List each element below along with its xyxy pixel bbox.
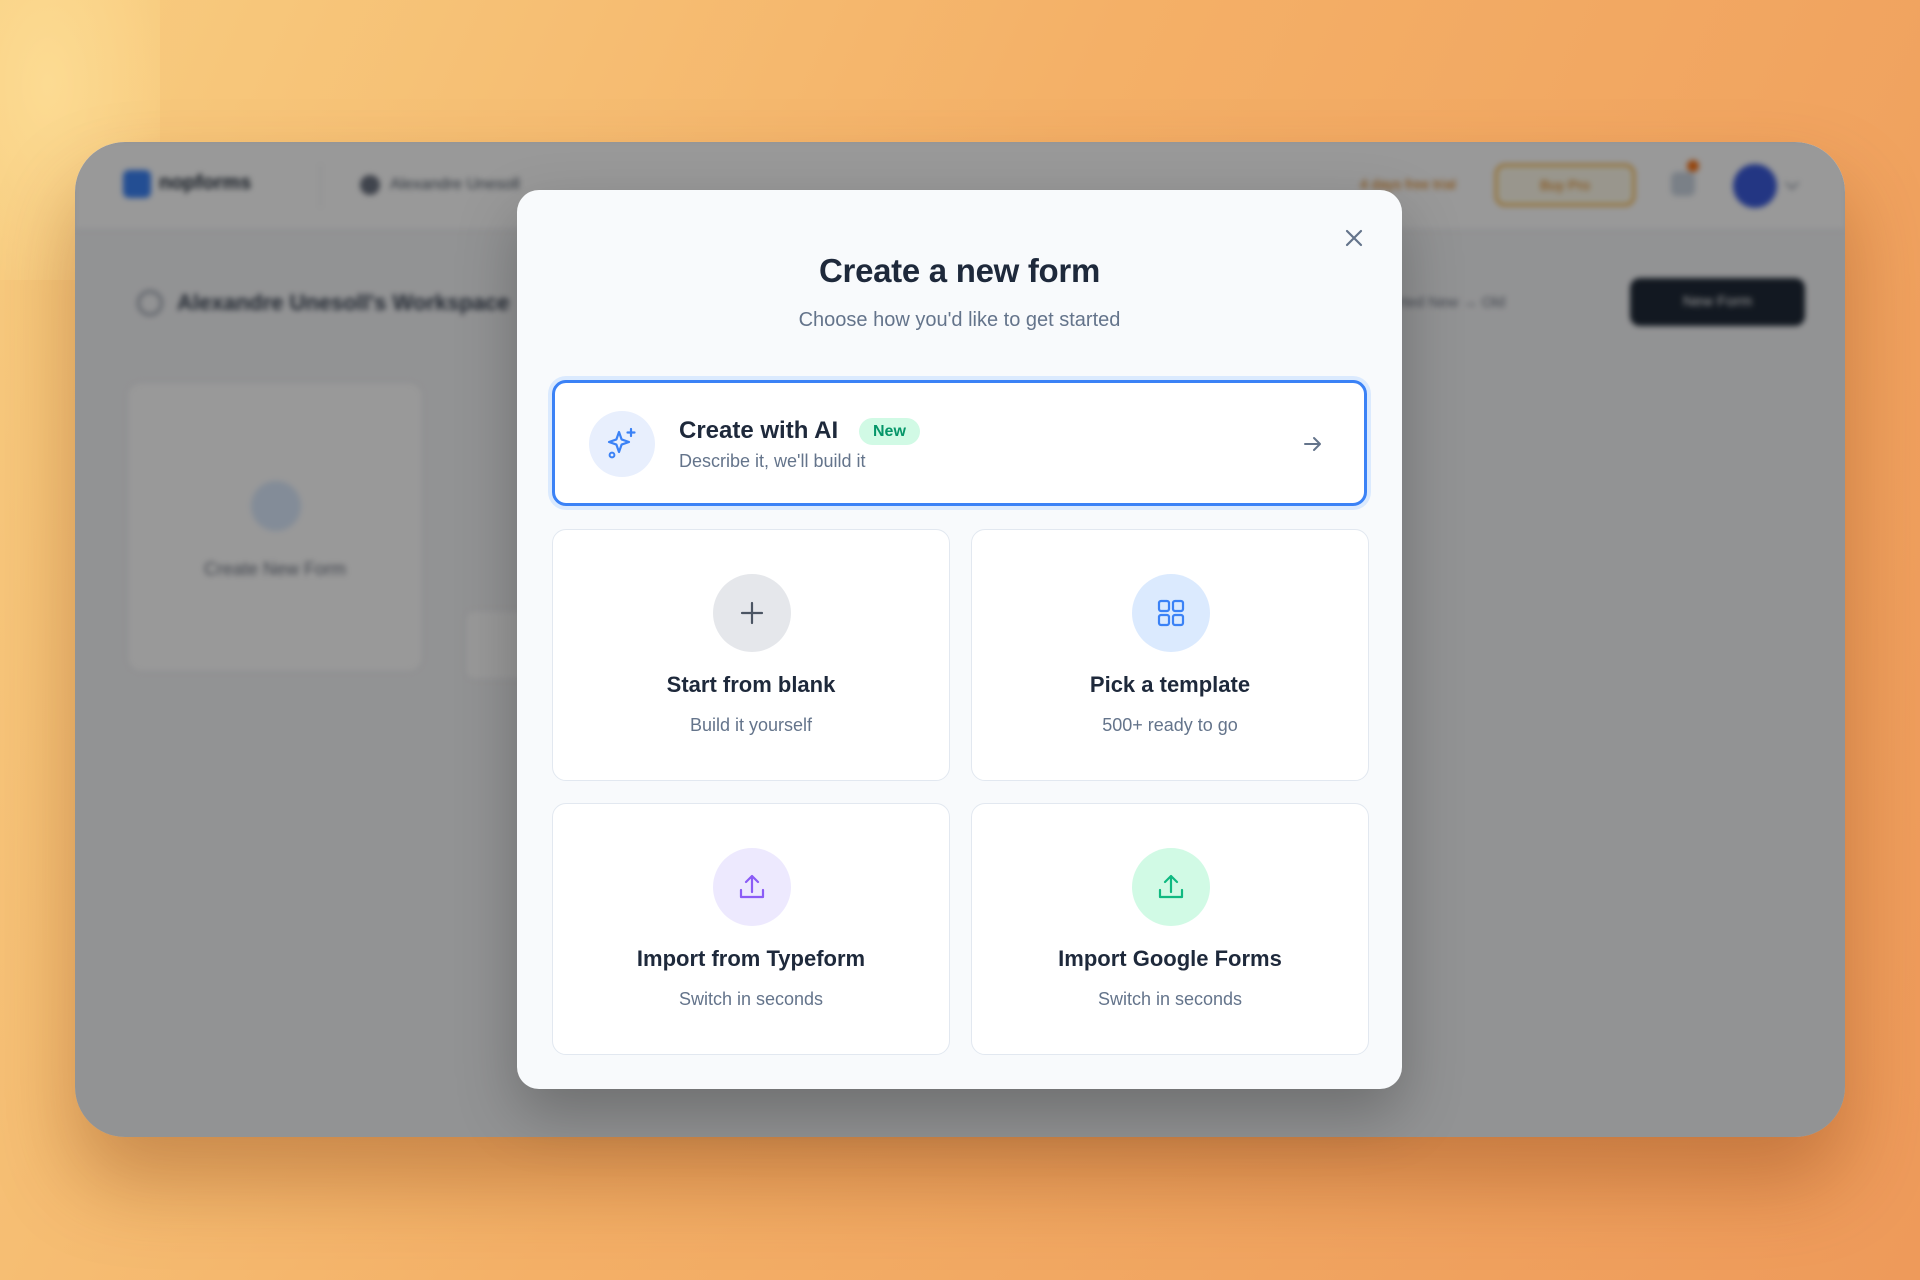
option-description: Build it yourself — [689, 715, 813, 735]
google-icon-circle — [1132, 848, 1210, 926]
blank-icon-circle — [713, 574, 791, 652]
import-google-forms-option[interactable]: Import Google Forms Switch in seconds — [971, 803, 1369, 1055]
template-icon-circle — [1132, 574, 1210, 652]
create-with-ai-option[interactable]: Create with AI New Describe it, we'll bu… — [552, 380, 1367, 506]
plus-icon — [740, 601, 764, 625]
option-description: Switch in seconds — [678, 989, 824, 1009]
close-icon — [1345, 229, 1363, 247]
import-typeform-option[interactable]: Import from Typeform Switch in seconds — [552, 803, 950, 1055]
option-description: 500+ ready to go — [1102, 715, 1238, 735]
sparkles-icon — [607, 427, 636, 459]
start-from-blank-option[interactable]: Start from blank Build it yourself — [552, 529, 950, 781]
option-description: Switch in seconds — [1097, 989, 1243, 1009]
option-title: Pick a template — [1089, 672, 1251, 697]
ai-option-description: Describe it, we'll build it — [679, 451, 866, 471]
pick-template-option[interactable]: Pick a template 500+ ready to go — [971, 529, 1369, 781]
close-button[interactable] — [1338, 222, 1370, 254]
typeform-icon-circle — [713, 848, 791, 926]
ai-option-title: Create with AI — [679, 417, 839, 444]
create-form-modal: Create a new form Choose how you'd like … — [517, 190, 1402, 1089]
option-title: Import from Typeform — [636, 946, 866, 971]
upload-icon — [739, 874, 765, 899]
upload-icon — [1158, 874, 1184, 899]
new-badge: New — [859, 418, 920, 445]
ai-icon-circle — [589, 411, 655, 477]
option-title: Import Google Forms — [1058, 946, 1282, 971]
modal-title: Create a new form — [819, 252, 1100, 289]
arrow-right-icon — [1300, 431, 1326, 457]
modal-subtitle: Choose how you'd like to get started — [798, 309, 1121, 331]
grid-icon — [1157, 599, 1185, 627]
option-title: Start from blank — [666, 672, 836, 697]
